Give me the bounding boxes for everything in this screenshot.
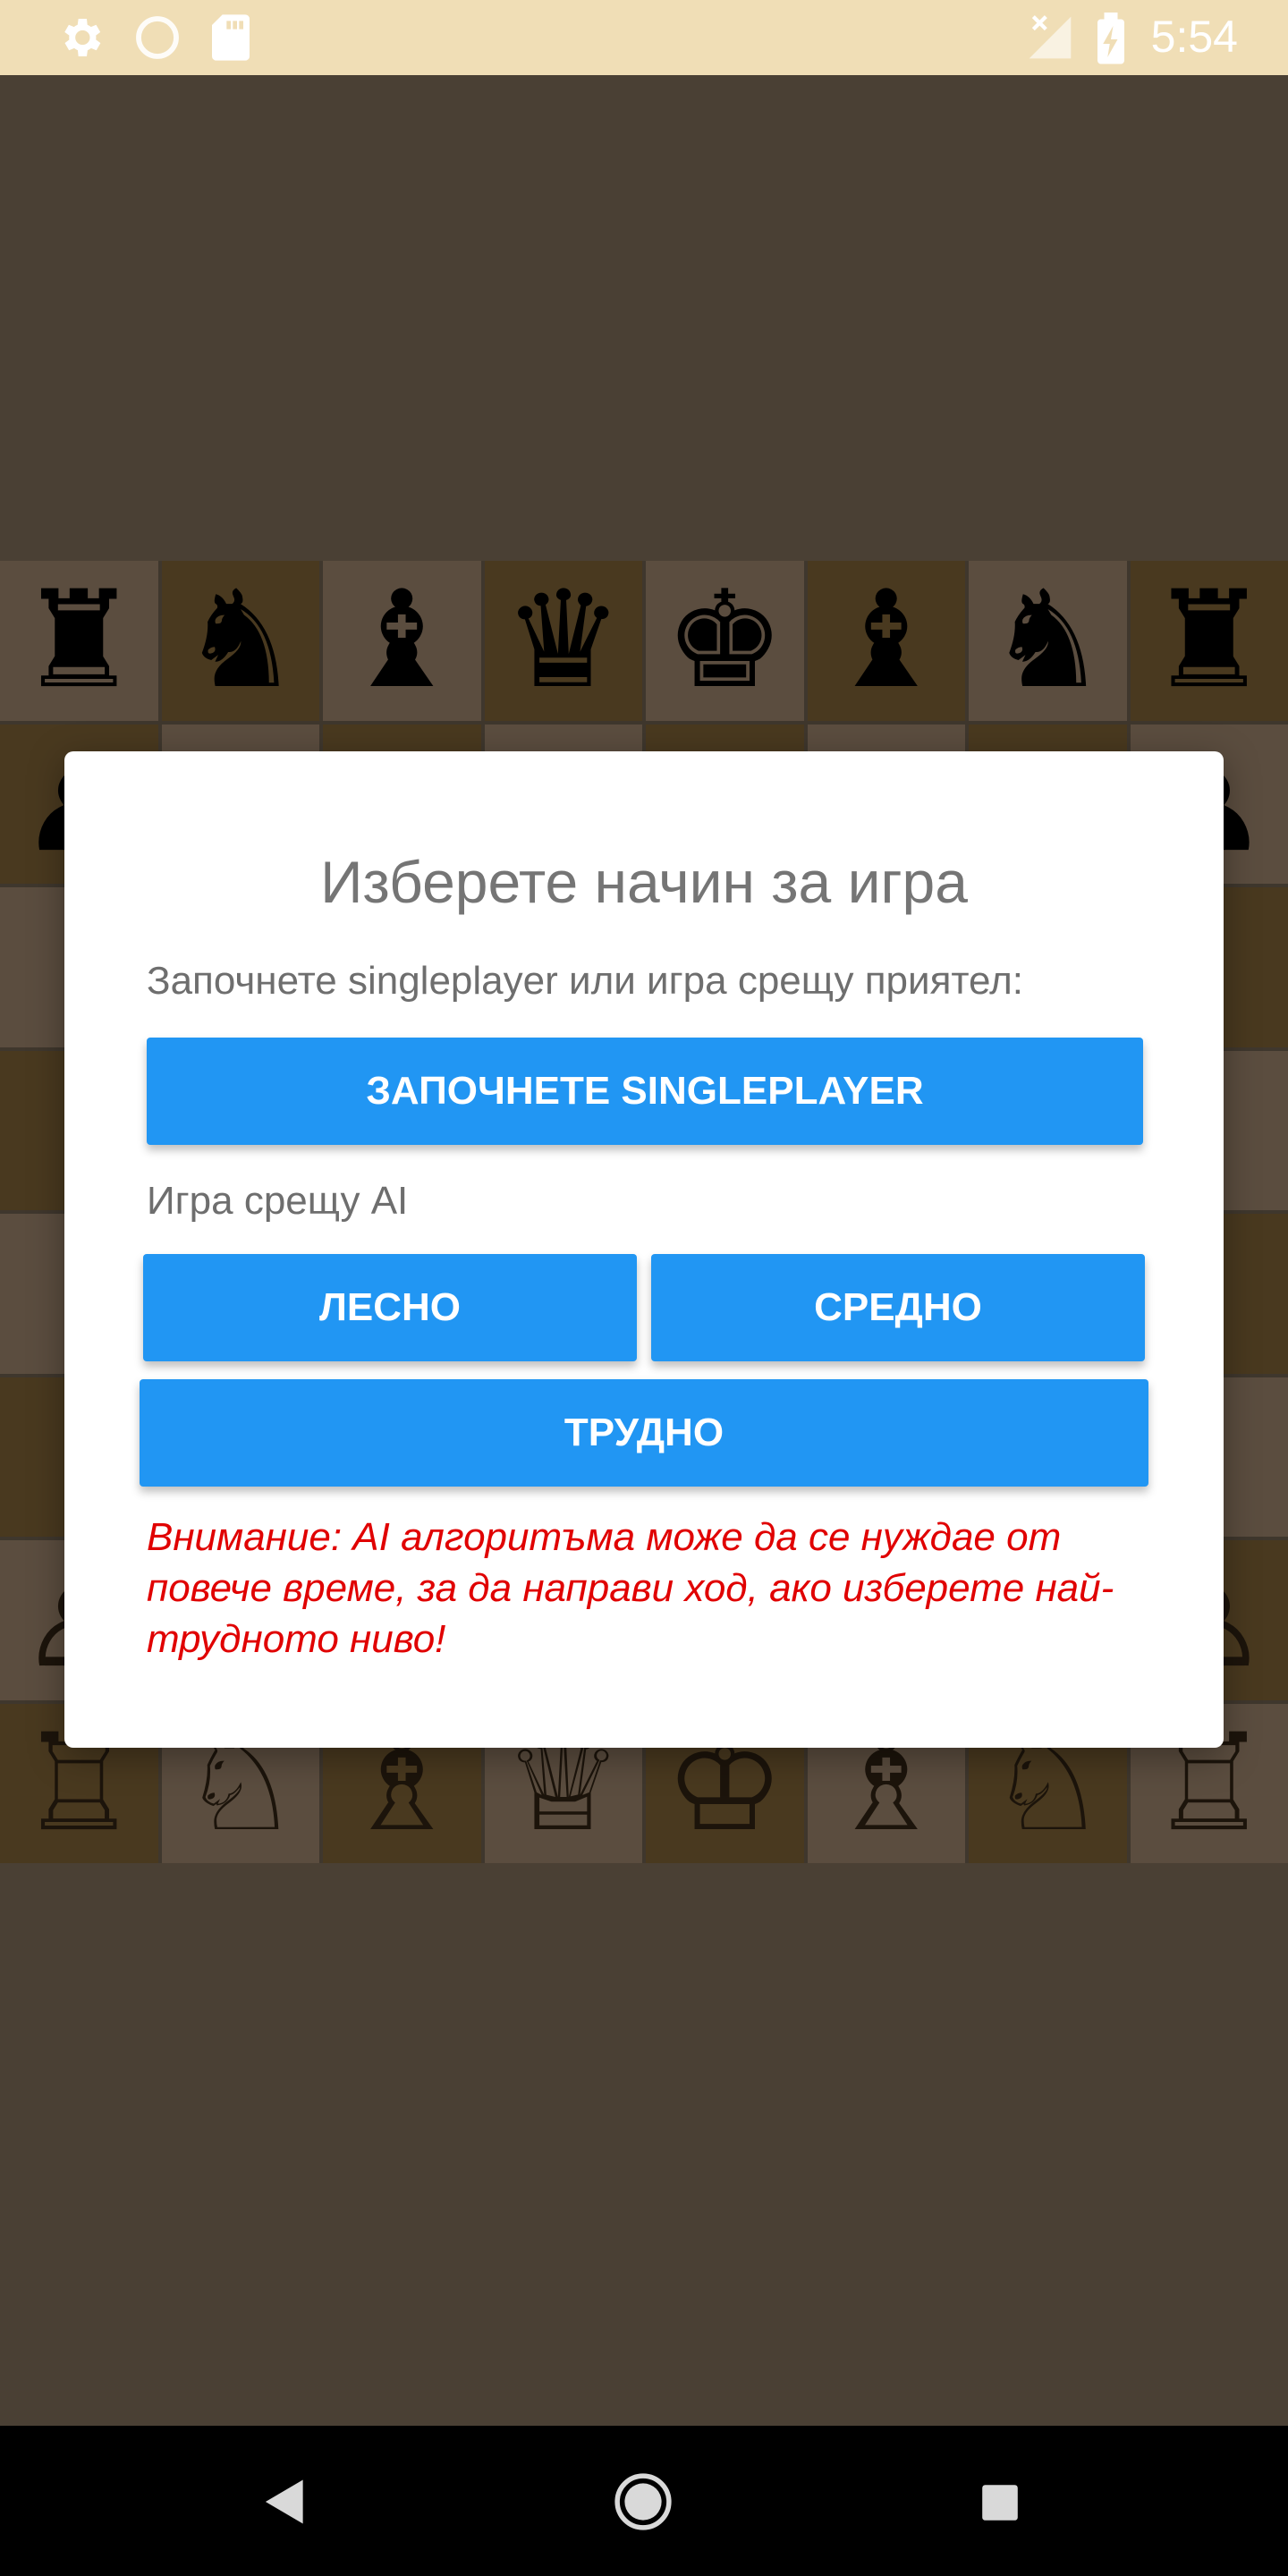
navigation-bar (0, 2426, 1288, 2576)
board-square[interactable]: ♛ (484, 561, 642, 721)
ai-section-label: Игра срещу AI (147, 1179, 409, 1223)
board-square[interactable]: ♝ (323, 561, 481, 721)
chess-piece[interactable]: ♝ (342, 573, 462, 708)
chess-piece[interactable]: ♝ (826, 573, 946, 708)
warning-text: Внимание: AI алгоритъма може да се нужда… (147, 1515, 1114, 1661)
game-mode-dialog: Изберете начин за игра Започнете singlep… (64, 751, 1224, 1748)
chess-piece[interactable]: ♛ (504, 573, 623, 708)
clock: 5:54 (1150, 12, 1238, 62)
board-square[interactable]: ♝ (807, 561, 965, 721)
signal-off-icon (1029, 15, 1072, 59)
chess-piece[interactable]: ♞ (987, 573, 1107, 708)
circle-icon (136, 16, 179, 59)
chess-piece[interactable]: ♜ (19, 573, 139, 708)
chess-piece[interactable]: ♚ (665, 573, 784, 708)
dialog-subtitle: Започнете singleplayer или игра срещу пр… (147, 959, 1023, 1003)
back-icon[interactable] (263, 2478, 308, 2526)
medium-button[interactable]: СРЕДНО (651, 1254, 1145, 1361)
singleplayer-button[interactable]: ЗАПОЧНЕТЕ SINGLEPLAYER (147, 1038, 1143, 1145)
board-square[interactable]: ♜ (0, 561, 158, 721)
board-square[interactable]: ♞ (969, 561, 1127, 721)
home-icon[interactable] (614, 2472, 673, 2531)
recents-icon[interactable] (980, 2483, 1020, 2522)
board-square[interactable]: ♚ (646, 561, 804, 721)
gear-icon (64, 19, 101, 56)
battery-charging-icon (1097, 13, 1124, 64)
sd-card-icon (212, 14, 250, 61)
board-square[interactable]: ♜ (1130, 561, 1288, 721)
chess-piece[interactable]: ♜ (1149, 573, 1269, 708)
dialog-title: Изберете начин за игра (320, 849, 968, 915)
board-square[interactable]: ♞ (161, 561, 319, 721)
easy-button[interactable]: ЛЕСНО (143, 1254, 637, 1361)
status-bar: 5:54 (0, 0, 1288, 75)
hard-button[interactable]: ТРУДНО (140, 1379, 1148, 1487)
chess-piece[interactable]: ♞ (181, 573, 301, 708)
